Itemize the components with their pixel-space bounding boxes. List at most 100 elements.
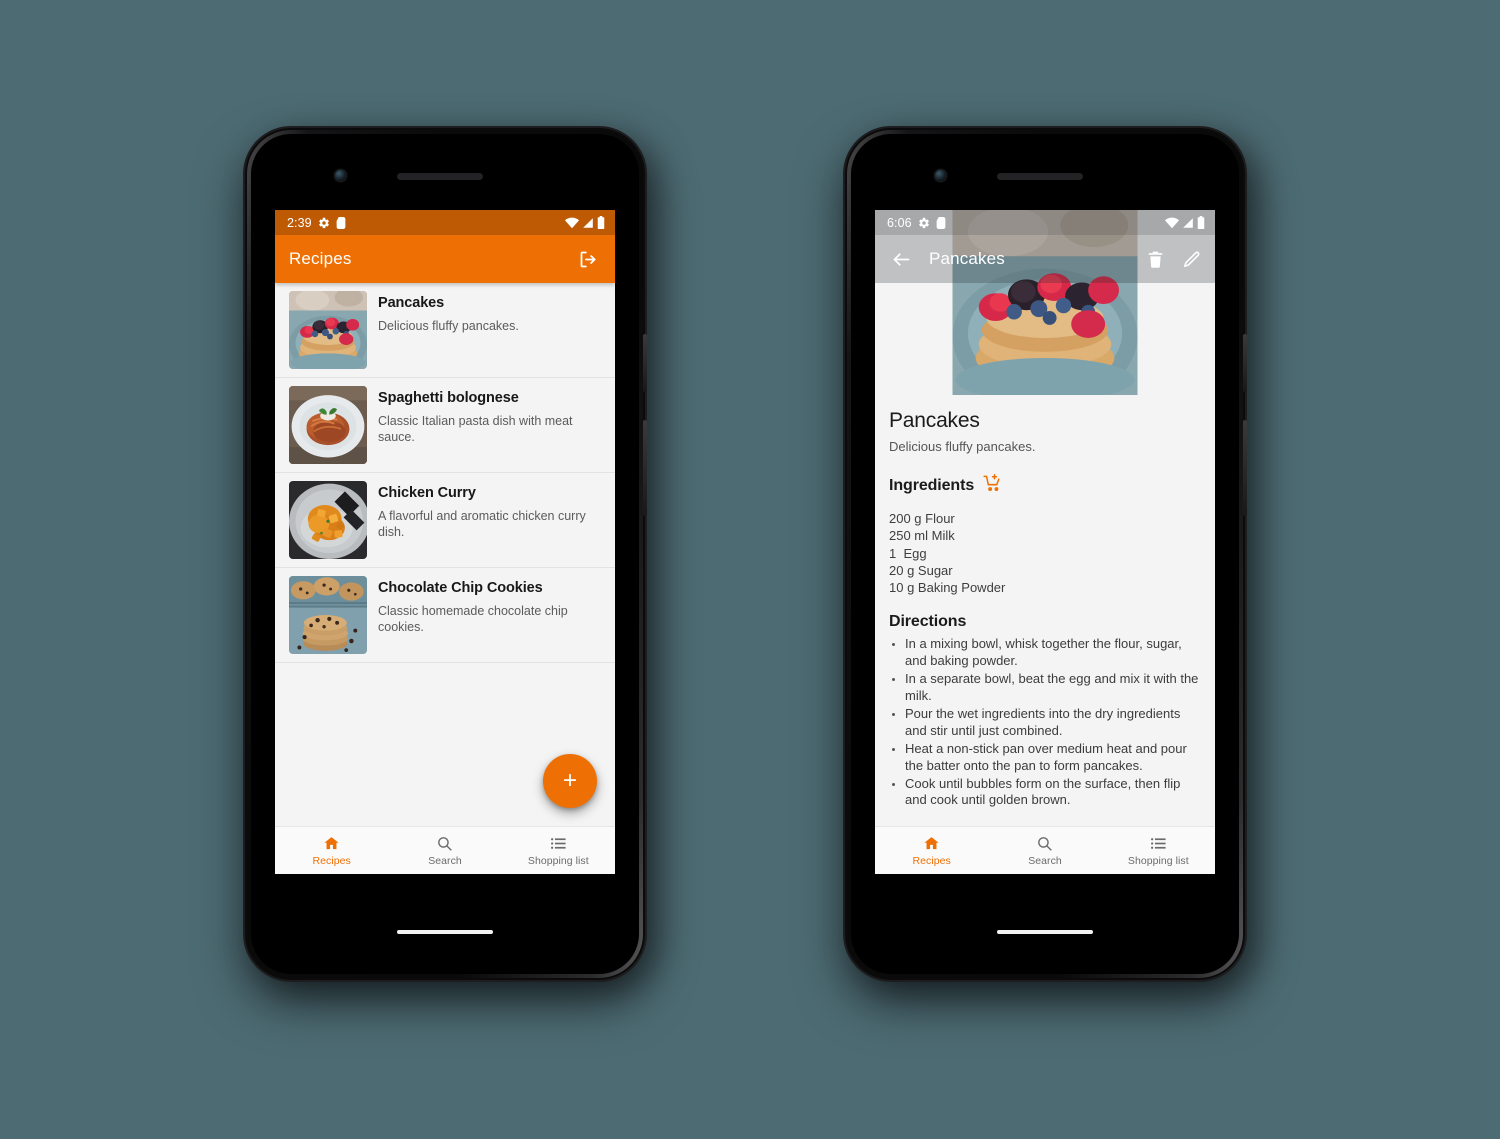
recipe-list-item[interactable]: Pancakes Delicious fluffy pancakes. [275, 283, 615, 378]
edit-recipe-button[interactable] [1175, 243, 1207, 275]
ingredient-item: 250 ml Milk [889, 528, 955, 544]
nav-label-search: Search [428, 854, 462, 867]
direction-item: Heat a non-stick pan over medium heat an… [905, 741, 1201, 775]
sd-card-icon [936, 216, 946, 229]
back-arrow-icon [893, 252, 909, 266]
recipe-detail-body: Pancakes Delicious fluffy pancakes. Ingr… [875, 395, 1215, 826]
add-to-cart-icon [983, 474, 1000, 491]
status-bar: 6:06 [875, 210, 1215, 235]
recipe-thumbnail [289, 386, 367, 464]
ingredient-item: 1 Egg [889, 545, 927, 561]
search-icon [438, 836, 453, 851]
recipe-thumbnail [289, 481, 367, 559]
earpiece-speaker [397, 173, 483, 180]
app-bar: Recipes [275, 235, 615, 283]
home-icon [324, 836, 339, 849]
nav-label-recipes: Recipes [912, 854, 951, 867]
status-bar: 2:39 [275, 210, 615, 235]
ingredients-section-header: Ingredients [889, 474, 1201, 498]
delete-recipe-button[interactable] [1139, 243, 1171, 275]
wifi-icon [1165, 217, 1179, 228]
recipe-title: Spaghetti bolognese [378, 390, 519, 406]
status-bar-left-icons [918, 216, 946, 229]
front-camera-icon [935, 170, 946, 181]
recipe-text: Pancakes Delicious fluffy pancakes. [378, 291, 519, 334]
add-recipe-fab[interactable]: + [543, 754, 597, 808]
status-bar-right-icons [565, 216, 605, 229]
screen-recipe-detail: 6:06 Pancakes Pancakes Delicious fluffy … [875, 210, 1215, 910]
ingredient-item: 20 g Sugar [889, 562, 953, 578]
recipe-list-item[interactable]: Chocolate Chip Cookies Classic homemade … [275, 568, 615, 663]
ingredients-heading: Ingredients [889, 477, 975, 494]
add-ingredients-to-cart-button[interactable] [983, 474, 1002, 498]
recipe-title: Chicken Curry [378, 485, 476, 501]
recipe-thumbnail [289, 291, 367, 369]
cell-signal-icon [583, 217, 593, 228]
direction-item: In a mixing bowl, whisk together the flo… [905, 636, 1201, 670]
trash-icon [1148, 251, 1162, 268]
nav-label-shopping-list: Shopping list [527, 854, 589, 867]
system-navigation-area [875, 874, 1215, 910]
recipe-list-item[interactable]: Spaghetti bolognese Classic Italian past… [275, 378, 615, 473]
ingredient-item: 200 g Flour [889, 511, 955, 526]
power-button[interactable] [643, 334, 647, 392]
list-icon [1150, 837, 1166, 849]
nav-item-shopping-list[interactable]: Shopping list [502, 835, 615, 867]
volume-button[interactable] [643, 420, 647, 516]
nav-item-shopping-list[interactable]: Shopping list [1102, 835, 1215, 867]
recipe-text: Chocolate Chip Cookies Classic homemade … [378, 576, 603, 635]
recipe-description: Classic homemade chocolate chip cookies. [378, 604, 568, 635]
phone-device-recipe-detail: 6:06 Pancakes Pancakes Delicious fluffy … [845, 128, 1247, 980]
sd-card-icon [336, 216, 346, 229]
recipe-description: Delicious fluffy pancakes. [378, 319, 519, 334]
wifi-icon [565, 217, 579, 228]
back-button[interactable] [885, 243, 917, 275]
status-bar-right-icons [1165, 216, 1205, 229]
recipe-list-item[interactable]: Chicken Curry A flavorful and aromatic c… [275, 473, 615, 568]
list-icon [550, 837, 566, 849]
recipe-description: Classic Italian pasta dish with meat sau… [378, 414, 573, 445]
power-button[interactable] [1243, 334, 1247, 392]
recipe-title: Chocolate Chip Cookies [378, 580, 543, 596]
phone-device-recipe-list: 2:39 Recipes Pancakes Delicious fluffy p… [245, 128, 647, 980]
nav-item-recipes[interactable]: Recipes [875, 835, 988, 867]
nav-label-search: Search [1028, 854, 1062, 867]
status-bar-clock: 6:06 [887, 215, 912, 230]
ingredient-item: 10 g Baking Powder [889, 580, 1006, 596]
recipe-thumbnail [289, 576, 367, 654]
volume-button[interactable] [1243, 420, 1247, 516]
nav-item-search[interactable]: Search [388, 835, 501, 867]
recipe-description: A flavorful and aromatic chicken curry d… [378, 509, 586, 540]
gesture-nav-pill[interactable] [397, 930, 493, 934]
screen-recipe-list: 2:39 Recipes Pancakes Delicious fluffy p… [275, 210, 615, 910]
direction-item: Pour the wet ingredients into the dry in… [905, 706, 1201, 740]
screenshot-stage: 2:39 Recipes Pancakes Delicious fluffy p… [0, 0, 1500, 1139]
recipe-text: Spaghetti bolognese Classic Italian past… [378, 386, 603, 445]
recipe-description: Delicious fluffy pancakes. [889, 439, 1036, 454]
directions-heading: Directions [889, 613, 967, 631]
status-bar-clock: 2:39 [287, 215, 312, 230]
search-icon [1038, 836, 1053, 851]
nav-item-search[interactable]: Search [988, 835, 1101, 867]
system-navigation-area [275, 874, 615, 910]
recipe-list[interactable]: Pancakes Delicious fluffy pancakes. Spag… [275, 283, 615, 826]
detail-page-title: Pancakes [929, 249, 1005, 268]
recipe-text: Chicken Curry A flavorful and aromatic c… [378, 481, 603, 540]
recipe-name: Pancakes [889, 409, 980, 432]
page-title: Recipes [289, 249, 352, 268]
pencil-icon [1183, 251, 1199, 267]
gesture-nav-pill[interactable] [997, 930, 1093, 934]
logout-button[interactable] [573, 244, 603, 274]
bottom-navigation: Recipes Search Shopping list [275, 826, 615, 874]
status-bar-left-icons [318, 216, 346, 229]
bottom-navigation: Recipes Search Shopping list [875, 826, 1215, 874]
nav-item-recipes[interactable]: Recipes [275, 835, 388, 867]
recipe-title: Pancakes [378, 295, 445, 311]
direction-item: In a separate bowl, beat the egg and mix… [905, 671, 1201, 705]
earpiece-speaker [997, 173, 1083, 180]
home-icon [924, 836, 939, 849]
logout-icon [580, 251, 595, 267]
front-camera-icon [335, 170, 346, 181]
detail-app-bar: Pancakes [875, 235, 1215, 283]
cell-signal-icon [1183, 217, 1193, 228]
